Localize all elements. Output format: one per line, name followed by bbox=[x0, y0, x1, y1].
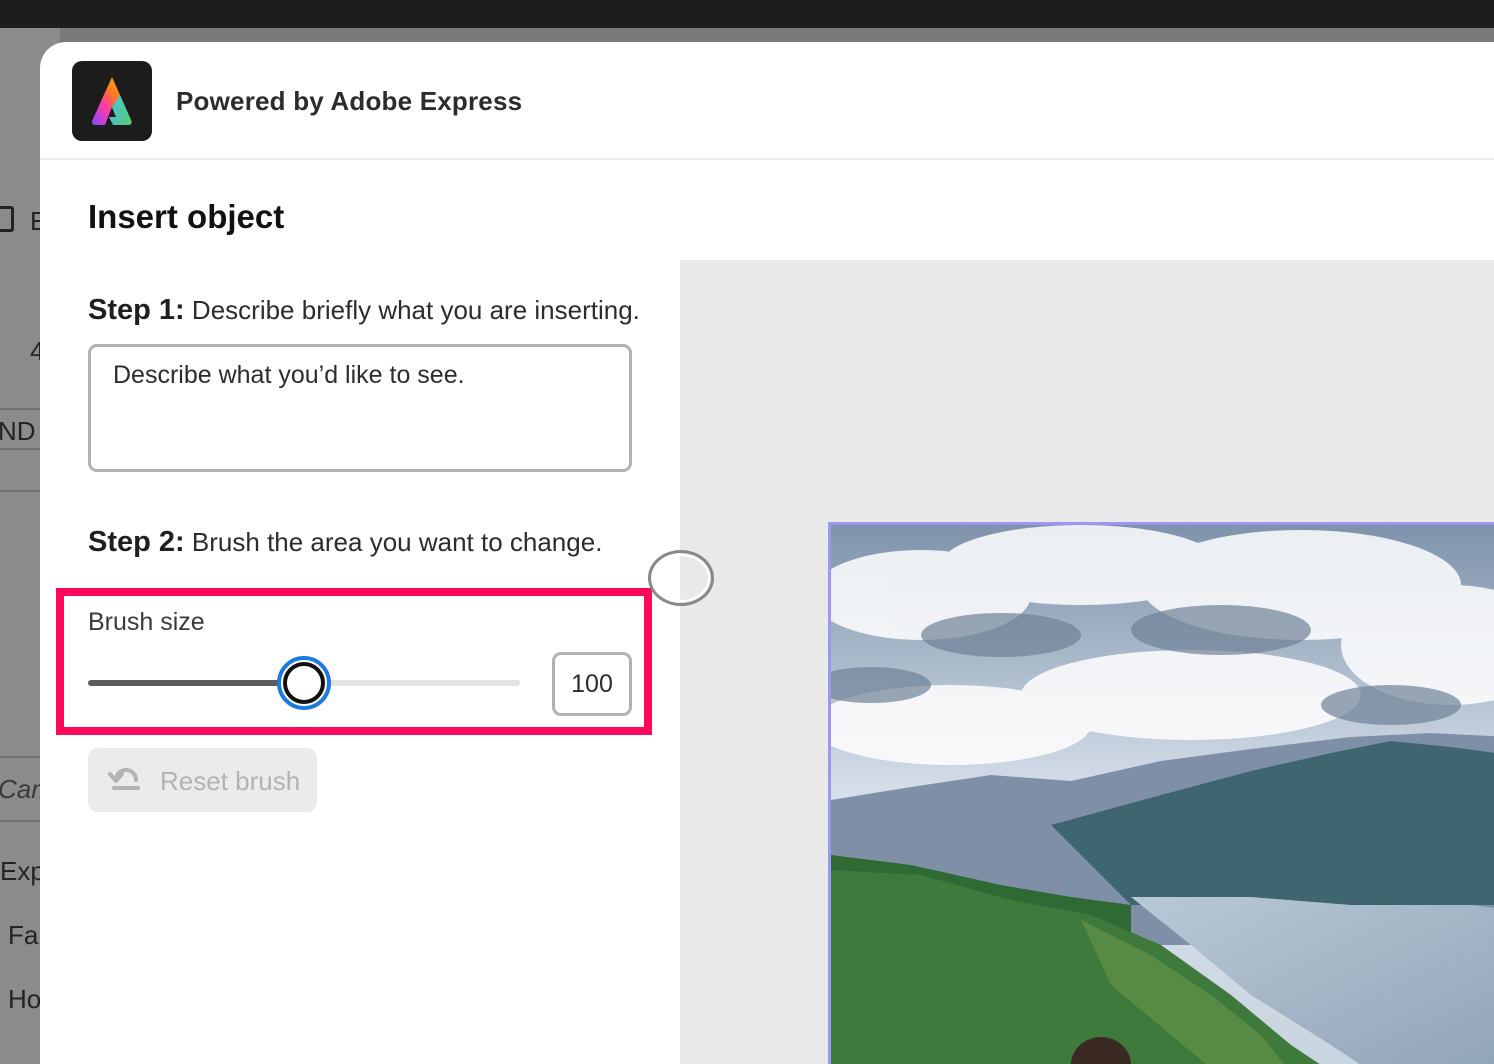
background-text: Fal bbox=[8, 920, 45, 950]
adobe-express-logo-icon bbox=[72, 61, 152, 141]
reset-brush-label: Reset brush bbox=[160, 766, 301, 796]
dialog-header: Powered by Adobe Express bbox=[40, 42, 1494, 160]
step-2-instruction: Step 2: Brush the area you want to chang… bbox=[88, 526, 602, 559]
step-1-instruction: Step 1: Describe briefly what you are in… bbox=[88, 294, 640, 327]
reset-icon bbox=[108, 768, 140, 790]
reset-brush-button[interactable]: Reset brush bbox=[88, 748, 317, 812]
step-1-text: Describe briefly what you are inserting. bbox=[191, 295, 640, 325]
dialog-title: Insert object bbox=[88, 198, 285, 235]
background-text: Ho bbox=[8, 984, 42, 1014]
powered-by-label: Powered by Adobe Express bbox=[176, 86, 523, 116]
landscape-photo-image bbox=[831, 525, 1494, 1064]
background-text: Exp bbox=[0, 856, 45, 886]
brush-size-value-field[interactable]: 100 bbox=[552, 652, 632, 716]
document-icon bbox=[0, 206, 14, 232]
step-2-text: Brush the area you want to change. bbox=[191, 527, 603, 557]
brush-cursor bbox=[648, 550, 714, 606]
prompt-input[interactable] bbox=[88, 344, 632, 472]
brush-size-slider-fill bbox=[88, 680, 304, 686]
insert-object-dialog: Powered by Adobe Express Insert object S… bbox=[40, 42, 1494, 1064]
brush-size-slider-handle[interactable] bbox=[277, 656, 331, 710]
os-top-bar bbox=[0, 0, 1494, 28]
step-1-label: Step 1: bbox=[88, 294, 185, 326]
step-2-label: Step 2: bbox=[88, 526, 185, 558]
brush-size-label: Brush size bbox=[88, 608, 205, 636]
landscape-photo[interactable] bbox=[828, 522, 1494, 1064]
